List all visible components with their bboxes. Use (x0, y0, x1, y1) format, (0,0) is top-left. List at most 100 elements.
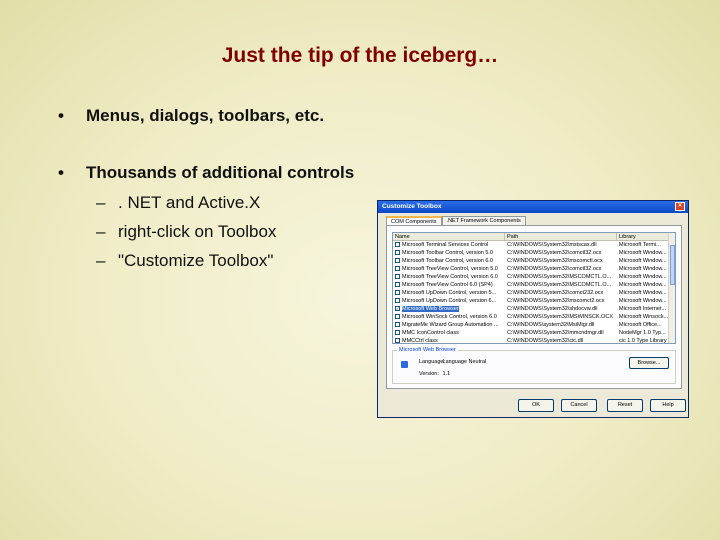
bullet-menus: • Menus, dialogs, toolbars, etc. (58, 106, 324, 126)
list-item[interactable]: Microsoft Terminal Services Control C:\WI… (393, 241, 675, 249)
checkbox-icon[interactable] (395, 338, 400, 343)
list-item-library: Microsoft Window... (619, 282, 667, 288)
list-header: Name Path Library (393, 233, 675, 241)
checkbox-icon[interactable] (395, 282, 400, 288)
checkbox-icon[interactable] (395, 322, 400, 328)
help-button[interactable]: Help (650, 399, 686, 412)
checkbox-icon[interactable] (395, 250, 400, 256)
checkbox-icon[interactable] (395, 266, 400, 272)
list-item[interactable]: MigrateMe Wizard Group Automation ... C:\… (393, 321, 675, 329)
list-item-label: MMC IconControl class (402, 330, 459, 336)
list-item-library: Microsoft Window... (619, 266, 667, 272)
customize-toolbox-dialog: Customize Toolbox × COM Components .NET … (377, 200, 689, 418)
component-icon (401, 361, 408, 368)
list-item[interactable]: Microsoft Toolbar Control, version 6.0 C:… (393, 257, 675, 265)
sub-bullet-right-click: – right-click on Toolbox (96, 222, 276, 242)
list-item-path: C:\WINDOWS\System32\MSWINSCK.OCX (507, 314, 614, 320)
list-item-label: MigrateMe Wizard Group Automation ... (402, 322, 499, 328)
checkbox-icon[interactable] (395, 258, 400, 264)
info-label: Language: (419, 359, 445, 365)
component-info-group: Microsoft Web Browser Language: Language… (392, 347, 676, 384)
list-item-name: MigrateMe Wizard Group Automation ... (393, 321, 505, 329)
list-item-path: C:\WINDOWS\System32\MSCOMCTL.O... (507, 282, 612, 288)
list-item-name: Microsoft Toolbar Control, version 6.0 (393, 257, 505, 265)
list-item-library: Microsoft Window... (619, 250, 667, 256)
checkbox-icon[interactable] (395, 290, 400, 296)
info-version: Version: 1.1 (419, 371, 450, 377)
list-item-name: Microsoft TreeView Control, version 5.0 (393, 265, 505, 273)
dash-glyph: – (96, 193, 106, 212)
list-item-name: Microsoft Terminal Services Control (393, 241, 505, 249)
list-item[interactable]: Microsoft UpDown Control, version 6... C:… (393, 297, 675, 305)
scrollbar-thumb[interactable] (670, 245, 675, 285)
dash-glyph: – (96, 222, 106, 241)
list-item[interactable]: Microsoft TreeView Control 6.0 (SP4) C:\W… (393, 281, 675, 289)
reset-button[interactable]: Reset (607, 399, 643, 412)
checkbox-icon[interactable]: ✓ (395, 306, 400, 312)
checkbox-icon[interactable] (395, 274, 400, 280)
list-item[interactable]: Microsoft Toolbar Control, version 5.0 C:… (393, 249, 675, 257)
list-item-library: Microsoft Window... (619, 258, 667, 264)
bullet-glyph: • (58, 106, 64, 125)
cancel-button[interactable]: Cancel (561, 399, 597, 412)
components-list[interactable]: Name Path Library Microsoft Terminal Ser… (392, 232, 676, 344)
list-item-path: C:\WINDOWS\System32\mstscax.dll (507, 242, 597, 248)
list-item-name: Microsoft UpDown Control, version 5... (393, 289, 505, 297)
list-item-label: Microsoft UpDown Control, version 5... (402, 290, 497, 296)
list-item[interactable]: Microsoft WinSock Control, version 6.0 C:… (393, 313, 675, 321)
list-item-library: Microsoft Termi... (619, 242, 661, 248)
column-header-library[interactable]: Library (617, 233, 670, 240)
sub-bullet-net: –. NET and Active.X (96, 193, 260, 213)
dialog-title: Customize Toolbox (382, 203, 442, 210)
list-item[interactable]: ✓ Microsoft Web Browser C:\WINDOWS\System3… (393, 305, 675, 313)
list-item-label: MMCCtrl class (402, 338, 438, 344)
list-item-path: C:\WINDOWS\System32\mscomct2.ocx (507, 298, 605, 304)
column-header-name[interactable]: Name (393, 233, 505, 240)
list-item-name: ✓ Microsoft Web Browser (393, 305, 505, 313)
list-item-label: Microsoft TreeView Control, version 5.0 (402, 266, 498, 272)
info-language: Language: Language Neutral (419, 359, 486, 365)
bullet-text: Thousands of additional controls (86, 163, 355, 182)
list-item-label: Microsoft TreeView Control, version 6.0 (402, 274, 498, 280)
list-item-label: Microsoft Terminal Services Control (402, 242, 489, 248)
list-item-path: C:\WINDOWS\System32\mmcndmgr.dll (507, 330, 604, 336)
list-item-label: Microsoft Web Browser (402, 306, 459, 312)
list-item-name: MMC IconControl class (393, 329, 505, 337)
tab-panel: Name Path Library Microsoft Terminal Ser… (386, 225, 682, 389)
checkbox-icon[interactable] (395, 242, 400, 248)
list-item-path: C:\WINDOWS\System32\comct232.ocx (507, 290, 604, 296)
ok-button[interactable]: OK (518, 399, 554, 412)
checkbox-icon[interactable] (395, 298, 400, 304)
info-value: Language Neutral (442, 359, 487, 365)
list-item-label: Microsoft Toolbar Control, version 6.0 (402, 258, 493, 264)
list-item[interactable]: MMCCtrl class C:\WINDOWS\System32\cic.dll… (393, 337, 675, 344)
column-header-path[interactable]: Path (505, 233, 617, 240)
list-item-name: Microsoft UpDown Control, version 6... (393, 297, 505, 305)
list-item-name: Microsoft TreeView Control, version 6.0 (393, 273, 505, 281)
browse-button[interactable]: Browse... (629, 357, 669, 369)
bullet-glyph: • (58, 163, 64, 182)
list-rows: Microsoft Terminal Services Control C:\WI… (393, 241, 675, 344)
list-item-path: C:\WINDOWS\System32\cic.dll (507, 338, 584, 344)
group-label: Microsoft Web Browser (397, 347, 458, 353)
list-item-name: Microsoft Toolbar Control, version 5.0 (393, 249, 505, 257)
checkbox-icon[interactable] (395, 330, 400, 336)
checkbox-icon[interactable] (395, 314, 400, 320)
list-item[interactable]: Microsoft UpDown Control, version 5... C:… (393, 289, 675, 297)
bullet-text: Menus, dialogs, toolbars, etc. (86, 106, 325, 125)
vertical-scrollbar[interactable] (668, 233, 675, 343)
list-item-label: Microsoft WinSock Control, version 6.0 (402, 314, 497, 320)
list-item[interactable]: Microsoft TreeView Control, version 5.0 C… (393, 265, 675, 273)
list-item[interactable]: Microsoft TreeView Control, version 6.0 C… (393, 273, 675, 281)
dialog-titlebar[interactable]: Customize Toolbox × (378, 201, 688, 213)
list-item-library: Microsoft Window... (619, 274, 667, 280)
list-item-name: MMCCtrl class (393, 337, 505, 344)
list-item-library: Microsoft Winsock... (619, 314, 669, 320)
list-item-path: C:\WINDOWS\System32\comctl32.ocx (507, 266, 602, 272)
close-icon[interactable]: × (675, 202, 685, 211)
list-item[interactable]: MMC IconControl class C:\WINDOWS\System32… (393, 329, 675, 337)
sub-bullet-text: . NET and Active.X (118, 193, 261, 212)
list-item-library: NodeMgr 1.0 Typ... (619, 330, 666, 336)
list-item-library: cic 1.0 Type Library (619, 338, 667, 344)
list-item-label: Microsoft TreeView Control 6.0 (SP4) (402, 282, 493, 288)
